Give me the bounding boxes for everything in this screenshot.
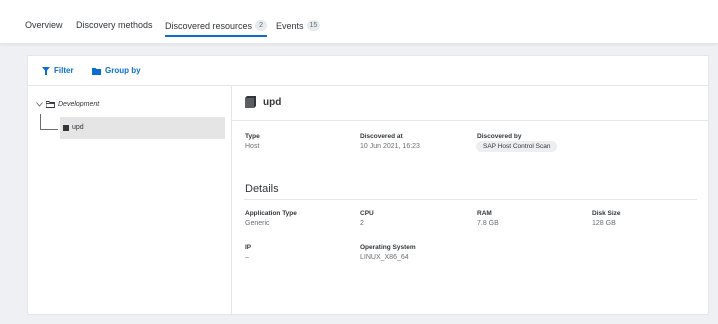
tree-node-development[interactable]: Development	[36, 101, 99, 108]
disk-size-label: Disk Size	[592, 210, 621, 217]
count-badge: 2	[255, 20, 268, 31]
type-label: Type	[245, 133, 260, 140]
filter-label: Filter	[54, 66, 74, 75]
resource-name: upd	[263, 96, 282, 108]
tree-connector	[40, 129, 58, 130]
group-by-label: Group by	[105, 66, 141, 75]
tab-overview[interactable]: Overview	[25, 20, 63, 30]
cpu-value: 2	[360, 220, 364, 227]
resource-tree: Development upd	[28, 86, 232, 316]
divider	[244, 199, 697, 200]
resources-card: Filter Group by Development upd upd Type…	[27, 55, 709, 316]
discovered-by-chip: SAP Host Control Scan	[476, 141, 558, 152]
filter-icon	[42, 66, 50, 75]
tab-discovered-resources[interactable]: Discovered resources 2	[165, 20, 268, 37]
folder-icon	[92, 67, 101, 75]
tab-label: Overview	[25, 20, 63, 30]
operating-system-label: Operating System	[360, 244, 416, 251]
cpu-label: CPU	[360, 210, 374, 217]
tab-label: Discovery methods	[76, 20, 153, 30]
group-by-button[interactable]: Group by	[92, 66, 141, 75]
type-value: Host	[245, 143, 260, 150]
tab-events[interactable]: Events 15	[276, 20, 321, 31]
host-icon	[245, 96, 256, 108]
operating-system-value: LINUX_X86_64	[360, 254, 409, 261]
tab-label: Discovered resources	[165, 20, 253, 31]
folder-open-icon	[46, 101, 55, 108]
ip-label: IP	[245, 244, 252, 251]
discovered-at-label: Discovered at	[360, 133, 403, 140]
tree-node-label: Development	[58, 101, 100, 108]
tab-bar: Overview Discovery methods Discovered re…	[0, 0, 718, 44]
disk-size-value: 128 GB	[592, 220, 616, 227]
tab-discovery-methods[interactable]: Discovery methods	[76, 20, 153, 30]
tree-connector	[40, 114, 41, 130]
ip-value: –	[245, 254, 249, 261]
discovered-by-label: Discovered by	[477, 133, 522, 140]
tree-node-label: upd	[72, 124, 84, 131]
host-icon	[63, 124, 69, 131]
resource-title: upd	[245, 96, 281, 108]
resource-detail: upd Type Host Discovered at 10 Jun 2021,…	[232, 86, 709, 316]
ram-label: RAM	[477, 210, 492, 217]
ram-value: 7.8 GB	[477, 220, 499, 227]
tree-node-upd[interactable]: upd	[63, 124, 84, 131]
divider	[232, 120, 709, 121]
toolbar: Filter Group by	[28, 56, 708, 86]
count-badge: 15	[306, 20, 321, 31]
tab-label: Events	[276, 20, 304, 31]
application-type-label: Application Type	[245, 210, 297, 217]
details-title: Details	[245, 183, 279, 195]
chevron-down-icon[interactable]	[36, 102, 43, 107]
application-type-value: Generic	[245, 220, 270, 227]
tree-node-selected[interactable]	[60, 117, 225, 139]
filter-button[interactable]: Filter	[42, 66, 74, 75]
discovered-at-value: 10 Jun 2021, 16:23	[360, 143, 420, 150]
